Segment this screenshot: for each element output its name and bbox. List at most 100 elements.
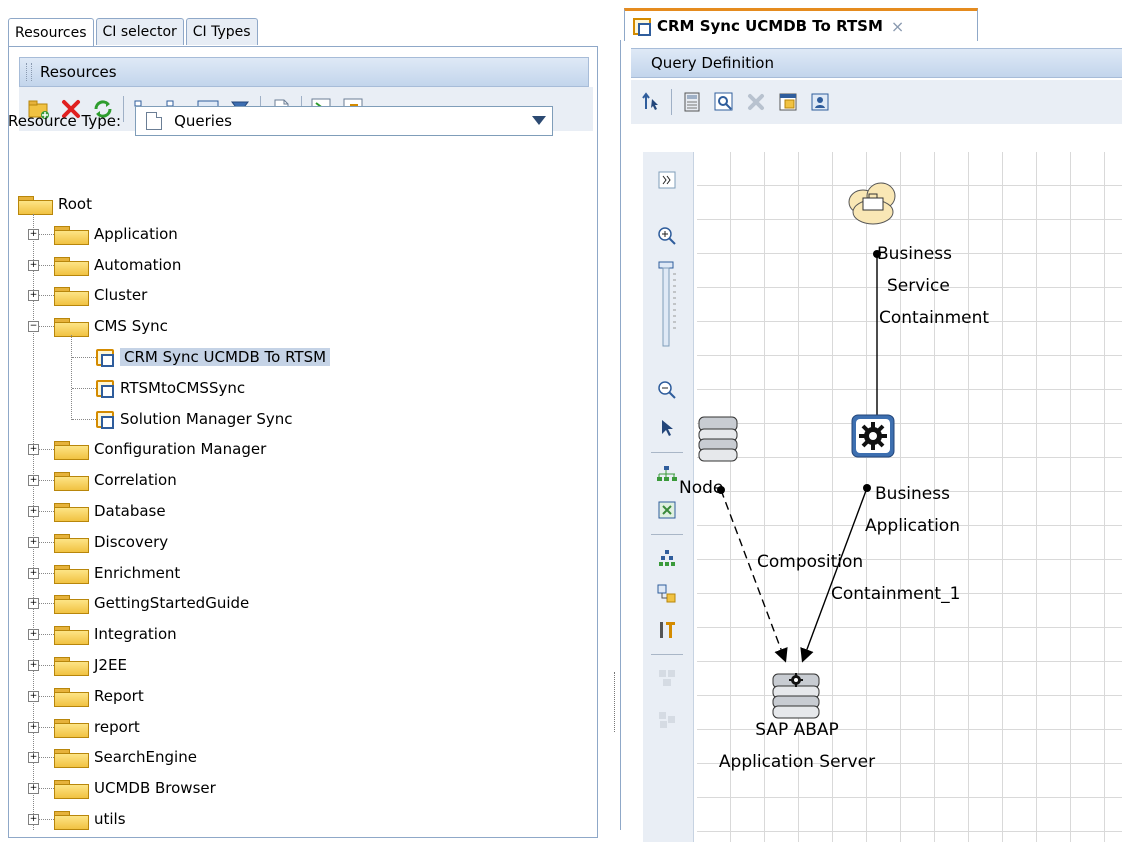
resource-type-select[interactable]: Queries: [135, 106, 554, 136]
delete-disabled-icon[interactable]: [742, 88, 770, 116]
tree-folder[interactable]: Discovery: [54, 531, 168, 553]
select-arrow-icon[interactable]: [637, 88, 665, 116]
tree-folder-cms-sync[interactable]: CMS Sync: [54, 315, 168, 338]
side-divider: [651, 534, 683, 535]
close-tab-icon[interactable]: ×: [891, 17, 904, 36]
user-settings-icon[interactable]: [806, 88, 834, 116]
tree-folder[interactable]: Configuration Manager: [54, 438, 266, 461]
resources-pane: Resources CI selector CI Types Resources: [0, 0, 600, 838]
tree-connector: [38, 634, 54, 636]
layout-properties-icon[interactable]: [653, 582, 681, 606]
query-icon: [96, 379, 114, 398]
business-application-icon[interactable]: [851, 414, 895, 458]
tree-folder[interactable]: report: [54, 716, 140, 738]
group-disabled-icon[interactable]: [653, 666, 681, 690]
sap-abap-server-icon[interactable]: [772, 673, 820, 719]
tree-folder[interactable]: Enrichment: [54, 562, 180, 584]
tree-root[interactable]: Root: [18, 193, 92, 215]
containment-label: Containment: [879, 308, 990, 328]
document-icon: [146, 112, 163, 130]
tab-ci-selector[interactable]: CI selector: [95, 18, 184, 45]
zoom-slider[interactable]: [653, 260, 681, 350]
tree-folder[interactable]: GettingStartedGuide: [54, 592, 249, 615]
tree-node-label: Integration: [94, 625, 177, 644]
business-service-label-line2: Service: [887, 276, 950, 296]
pointer-icon[interactable]: [653, 416, 681, 440]
tree-connector: [72, 387, 96, 389]
side-divider: [651, 452, 683, 453]
tab-resources[interactable]: Resources: [8, 18, 94, 47]
tree-folder[interactable]: J2EE: [54, 654, 127, 676]
toolbar-divider: [671, 89, 672, 115]
tree-connector: [38, 233, 54, 235]
folder-icon: [54, 470, 89, 492]
query-icon: [96, 349, 114, 367]
dropdown-arrow-icon[interactable]: [532, 116, 547, 125]
composition-link[interactable]: [720, 489, 788, 663]
tree-folder[interactable]: Integration: [54, 623, 177, 646]
tree-query[interactable]: Solution Manager Sync: [96, 408, 293, 430]
tree-folder[interactable]: Report: [54, 685, 144, 707]
tree-node-label: Correlation: [94, 471, 177, 490]
preview-icon[interactable]: [710, 88, 738, 116]
folder-icon: [54, 316, 89, 338]
resource-type-row: Resource Type: Queries: [8, 106, 554, 136]
grip-icon[interactable]: [26, 63, 32, 81]
sap-abap-server-label-line1: SAP ABAP: [755, 720, 839, 740]
tree-folder[interactable]: Database: [54, 500, 166, 522]
properties-edit-icon[interactable]: [774, 88, 802, 116]
tree-connector: [38, 480, 54, 482]
ungroup-disabled-icon[interactable]: [653, 708, 681, 732]
tree-connector: [72, 357, 96, 358]
tree-node-label: RTSMtoCMSSync: [120, 378, 246, 397]
containment-1-link[interactable]: [800, 487, 868, 663]
folder-icon: [54, 593, 89, 615]
calculator-icon[interactable]: [678, 88, 706, 116]
tree-connector: [38, 326, 54, 328]
tree-connector: [38, 264, 54, 266]
business-application-label-line2: Application: [865, 516, 960, 536]
tree-node-label: SearchEngine: [94, 748, 197, 767]
business-service-label: Business Service: [877, 238, 952, 302]
tree-node-label: Solution Manager Sync: [120, 409, 293, 428]
sap-abap-server-label: SAP ABAP Application Server: [697, 714, 897, 778]
zoom-in-icon[interactable]: [653, 224, 681, 248]
tree-layout-icon[interactable]: [653, 546, 681, 570]
pane-splitter[interactable]: [612, 0, 618, 828]
fit-to-window-icon[interactable]: [653, 498, 681, 522]
folder-icon: [54, 501, 89, 522]
tree-connector: [38, 726, 54, 728]
tree-node-label: Database: [94, 502, 166, 520]
editor-tab[interactable]: CRM Sync UCMDB To RTSM ×: [624, 8, 978, 41]
tree-connector: [38, 819, 54, 820]
tools-icon[interactable]: [653, 618, 681, 642]
tree-folder[interactable]: SearchEngine: [54, 746, 197, 769]
resources-header: Resources: [19, 57, 589, 87]
business-service-icon[interactable]: [848, 182, 896, 225]
tree-folder[interactable]: Automation: [54, 254, 181, 276]
tree-folder[interactable]: Correlation: [54, 469, 177, 492]
folder-icon: [54, 655, 89, 676]
folder-icon: [54, 624, 89, 646]
tree-query[interactable]: RTSMtoCMSSync: [96, 377, 245, 399]
node-icon[interactable]: [698, 416, 738, 462]
zoom-out-icon[interactable]: [653, 378, 681, 402]
folder-icon: [54, 778, 89, 800]
tree-folder[interactable]: utils: [54, 808, 126, 830]
containment-1-label: Containment_1: [831, 584, 961, 604]
business-application-label: Business Application: [865, 478, 960, 542]
tree-node-label: UCMDB Browser: [94, 779, 216, 798]
tree-folder[interactable]: Cluster: [54, 284, 147, 307]
tree-query-selected[interactable]: CRM Sync UCMDB To RTSM: [96, 346, 331, 368]
tree-connector: [38, 511, 54, 512]
tab-ci-types[interactable]: CI Types: [185, 18, 258, 45]
tree-folder[interactable]: UCMDB Browser: [54, 777, 216, 800]
query-graph-canvas[interactable]: Business Service Containment Node Busine…: [679, 152, 1122, 842]
tree-connector: [72, 418, 96, 420]
query-canvas-area: Business Service Containment Node Busine…: [631, 146, 1122, 842]
tree-connector: [38, 757, 54, 759]
query-icon: [633, 18, 651, 36]
expand-panel-icon[interactable]: [653, 168, 681, 192]
hierarchy-layout-icon[interactable]: [653, 462, 681, 486]
tree-folder[interactable]: Application: [54, 223, 178, 245]
